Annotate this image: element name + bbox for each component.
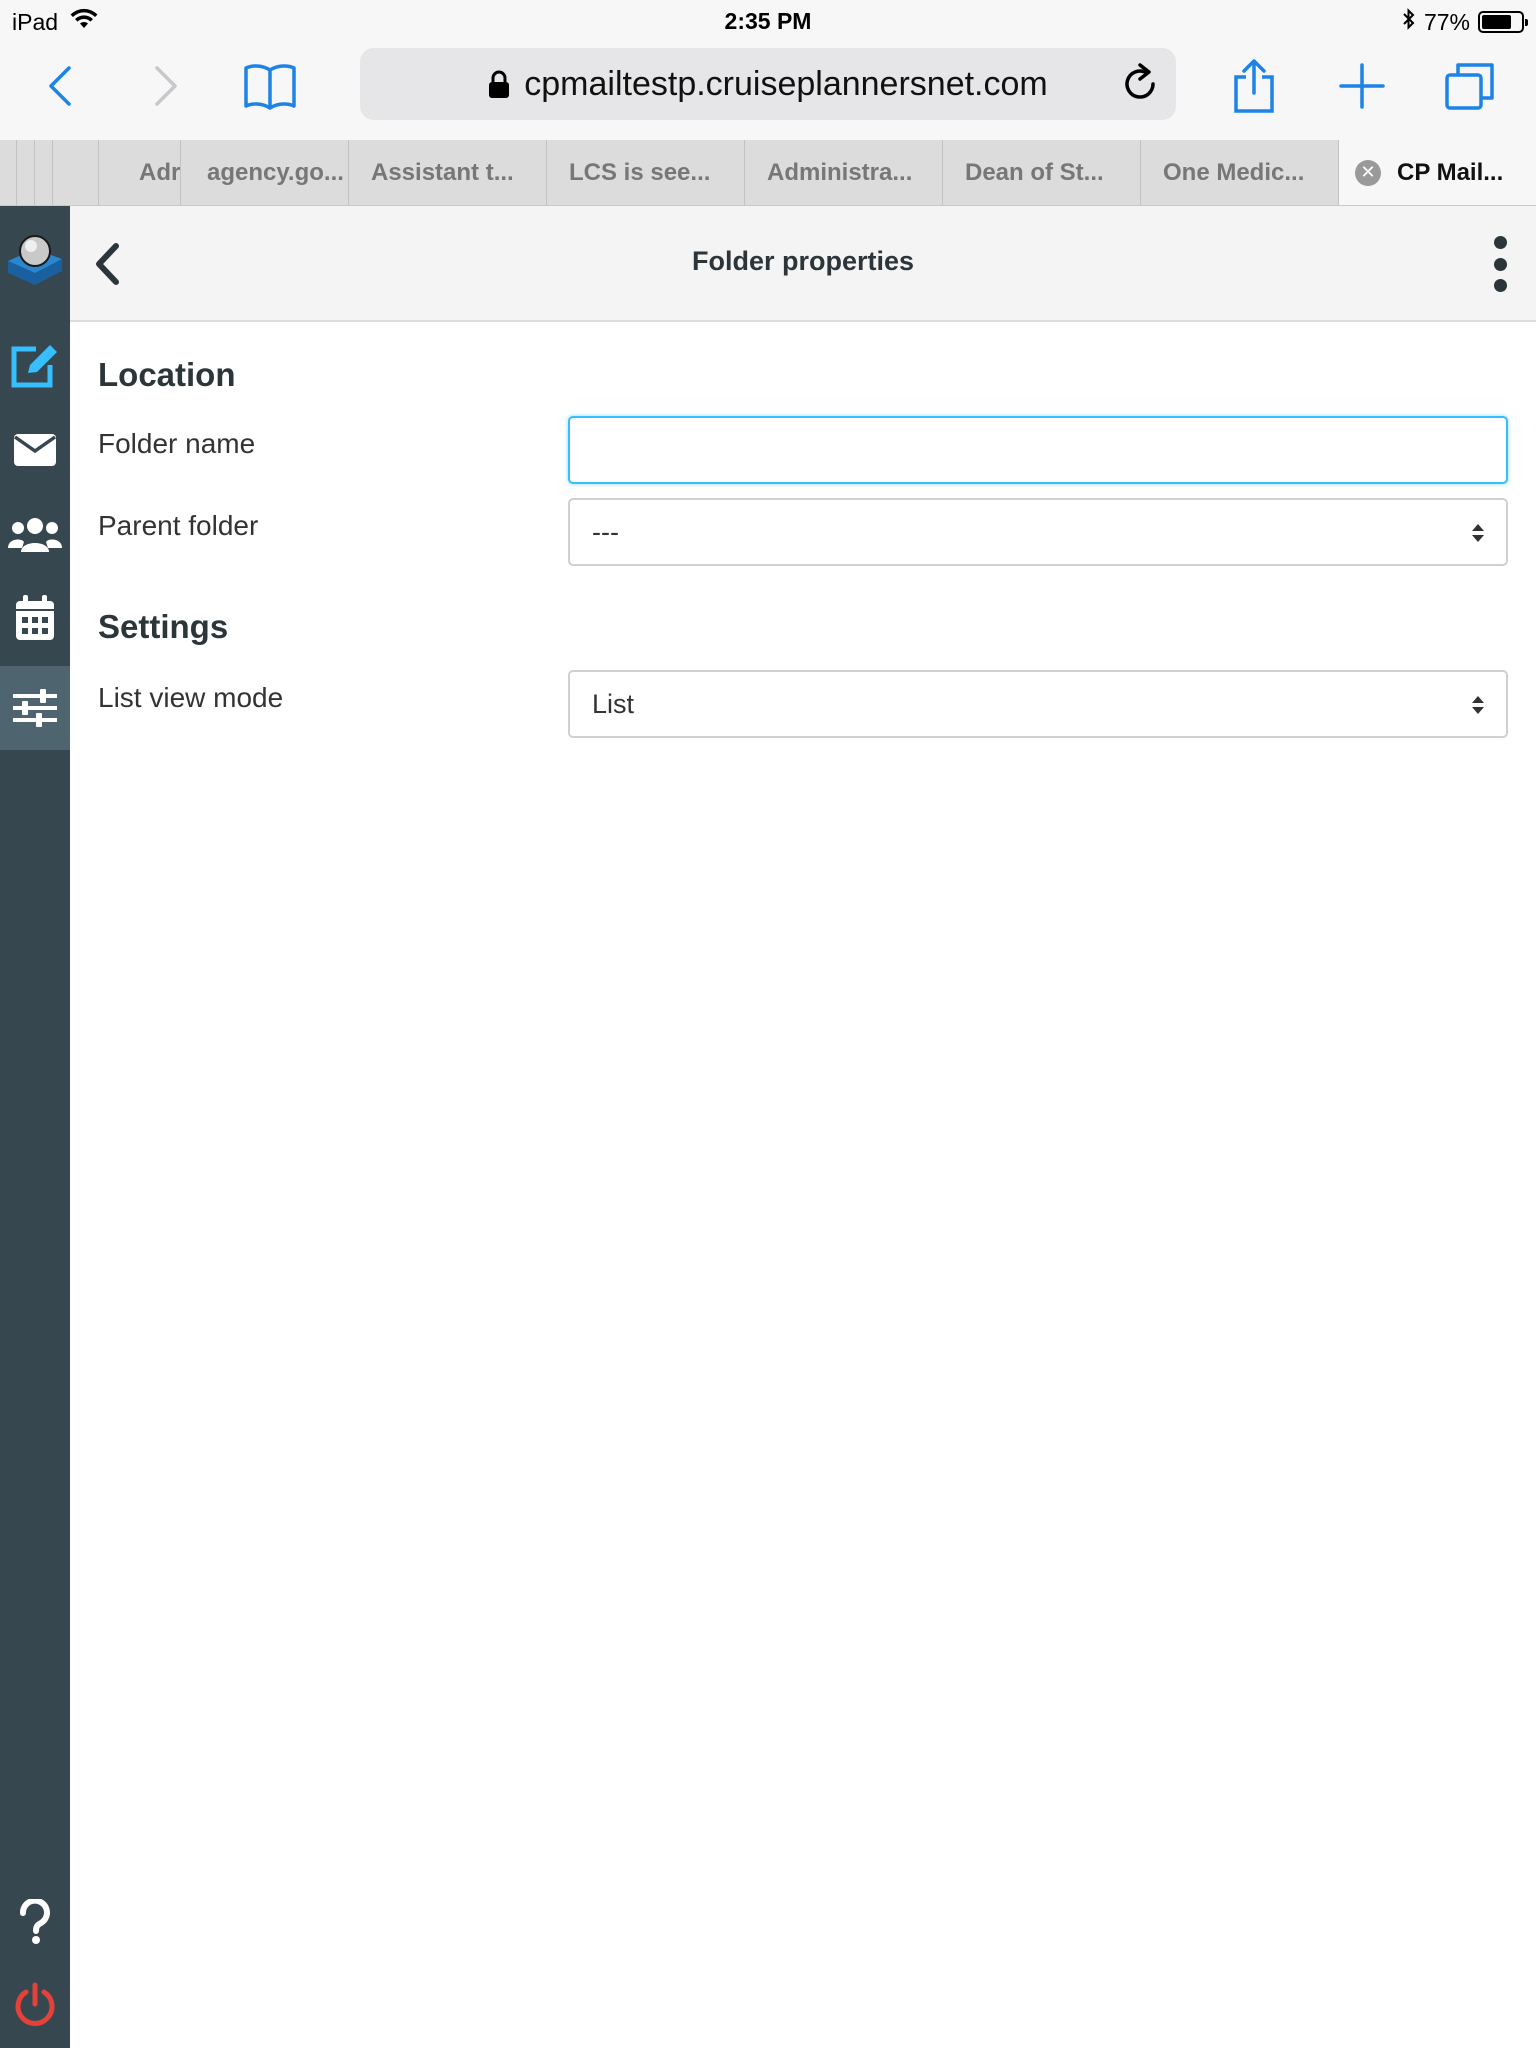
chevron-right-icon [155,66,177,106]
battery-icon [1478,11,1528,33]
logout-button[interactable] [0,1962,70,2046]
tab-3[interactable]: Assistant t... [348,140,546,205]
settings-button[interactable] [0,666,70,750]
tab-collapsed[interactable] [16,140,34,205]
status-bar: iPad 2:35 PM 77% [0,0,1536,42]
select-arrows-icon [1472,524,1484,542]
plus-icon [1339,63,1385,109]
close-tab-icon[interactable]: ✕ [1355,159,1381,186]
tab-collapsed[interactable] [52,140,70,205]
lock-icon [489,70,510,98]
contacts-button[interactable] [0,492,70,576]
battery-level [1482,15,1512,29]
tab-label: Assistant t... [371,158,514,186]
tab-collapsed[interactable] [34,140,52,205]
folder-name-input[interactable] [568,416,1508,484]
tab-label: LCS is see... [569,158,711,186]
new-tab-button[interactable] [1332,56,1392,116]
tab-label: agency.go... [207,158,344,186]
reload-icon [1125,63,1155,99]
help-icon [19,1899,50,1944]
kebab-menu-icon [1493,236,1507,249]
tab-5[interactable]: Administra... [744,140,942,205]
section-title-location: Location [98,356,236,393]
app-sidebar [0,206,70,2048]
browser-back-button[interactable] [30,56,90,116]
chevron-left-icon [49,66,71,106]
tab-label: Administra... [767,158,913,186]
roundcube-logo-icon [8,235,62,285]
contacts-icon [8,518,62,552]
book-icon [244,64,296,110]
power-icon [15,1982,55,2026]
url-text: cpmailtestp.cruiseplannersnet.com [524,64,1048,103]
tab-label: CP Mail... [1397,158,1504,186]
bookmarks-button[interactable] [240,56,300,116]
tab-overview-button[interactable] [1440,56,1500,116]
bluetooth-icon [1402,8,1416,36]
browser-toolbar: cpmailtestp.cruiseplannersnet.com [0,42,1536,140]
help-button[interactable] [0,1880,70,1964]
tab-label: One Medic... [1163,158,1305,186]
settings-sliders-icon [13,689,57,727]
tab-label: Dean of St... [965,158,1104,186]
reload-button[interactable] [1120,62,1160,113]
tab-4[interactable]: LCS is see... [546,140,744,205]
tab-2[interactable]: agency.go... [180,140,348,205]
tab-strip: Adr agency.go... Assistant t... LCS is s… [0,140,1536,206]
tab-1[interactable]: Adr [98,140,180,205]
tab-label: Adr [139,158,180,186]
content-header: Folder properties [70,206,1536,322]
list-view-mode-value: List [592,688,635,719]
clock: 2:35 PM [724,8,812,34]
share-icon [1234,59,1274,113]
mail-button[interactable] [0,408,70,492]
select-arrows-icon [1472,696,1484,714]
parent-folder-select[interactable]: --- [568,498,1508,566]
section-title-settings: Settings [98,608,229,645]
list-view-mode-select[interactable]: List [568,670,1508,738]
share-button[interactable] [1224,56,1284,116]
kebab-menu-icon-dot [1493,279,1507,292]
address-bar[interactable]: cpmailtestp.cruiseplannersnet.com [360,48,1176,120]
roundcube-logo[interactable] [0,216,70,300]
calendar-button[interactable] [0,576,70,660]
compose-icon [11,345,57,388]
kebab-menu-icon-dot [1493,257,1507,271]
parent-folder-value: --- [592,516,619,547]
list-view-mode-label: List view mode [98,682,284,713]
browser-forward-button[interactable] [136,56,196,116]
tab-7[interactable]: One Medic... [1140,140,1338,205]
compose-button[interactable] [0,324,70,408]
folder-name-label: Folder name [98,428,256,459]
battery-percent: 77% [1423,8,1470,35]
page-title: Folder properties [691,246,915,276]
more-options-button[interactable] [1486,236,1514,292]
tab-6[interactable]: Dean of St... [942,140,1140,205]
envelope-icon [13,434,57,466]
tabs-icon [1445,63,1494,110]
parent-folder-label: Parent folder [98,510,259,541]
calendar-icon [16,595,54,640]
main-content: Folder properties Location Folder name P… [70,206,1536,2048]
tab-active[interactable]: ✕ CP Mail... [1338,140,1536,205]
